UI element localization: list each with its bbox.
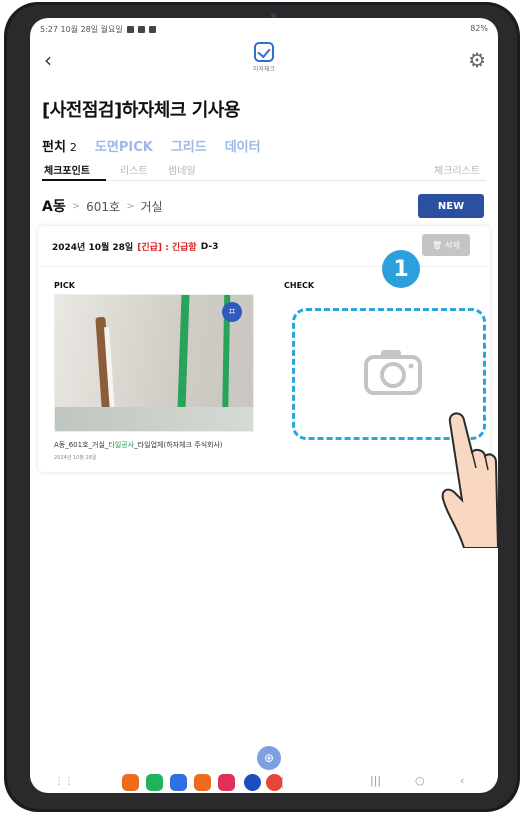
app-orange-icon[interactable] (122, 774, 139, 791)
back-nav-icon[interactable]: ‹ (460, 774, 464, 787)
punch-count: 2 (69, 141, 77, 154)
back-icon[interactable]: ‹ (44, 48, 52, 72)
apps-grid-icon[interactable]: ⋮⋮ (54, 776, 74, 787)
chevron-right-icon: > (126, 200, 135, 212)
contacts-icon[interactable] (194, 774, 211, 791)
card-header: 2024년 10월 28일 [긴급] : 긴급함 D-3 (52, 240, 219, 254)
page-title: [사전점검]하자체크 기사용 (42, 100, 240, 121)
tab-data[interactable]: 데이터 (225, 136, 261, 155)
recents-icon[interactable]: ||| (370, 774, 381, 787)
add-icon[interactable]: ⊕ (257, 746, 281, 770)
step-badge: 1 (382, 250, 420, 288)
settings-status-icon (148, 26, 156, 33)
media-icon (137, 26, 145, 33)
pointing-hand-icon (441, 412, 498, 548)
chrome-icon[interactable] (266, 774, 283, 791)
status-battery: 82% (470, 24, 488, 33)
urgent-label: [긴급] : 긴급함 (137, 243, 197, 253)
messages-icon[interactable] (170, 774, 187, 791)
card-divider (38, 266, 490, 267)
gallery-icon[interactable] (218, 774, 235, 791)
check-label: CHECK (284, 281, 315, 290)
photo-caption: A동_601호_거실_타일공사_타일업체(하자체크 주식회사) (54, 440, 223, 450)
caption-company: _타일업체(하자체크 주식회사) (134, 441, 223, 449)
tab-punch[interactable]: 펀치 2 (42, 136, 77, 155)
home-icon[interactable]: ○ (415, 774, 425, 787)
status-bar: 5:27 10월 28일 월요일 82% (30, 18, 498, 42)
sub-tabs: 체크포인트 리스트 썸네일 체크리스트 (42, 160, 486, 181)
app-green-icon[interactable] (146, 774, 163, 791)
top-bar: ‹ 하자체크 ⚙ (30, 42, 498, 86)
new-button[interactable]: NEW (418, 194, 484, 218)
nav-divider (282, 775, 283, 789)
app-blue-icon[interactable] (244, 774, 261, 791)
check-shield-icon (254, 42, 274, 62)
delete-label: 삭제 (445, 240, 460, 250)
logo-text: 하자체크 (252, 66, 276, 73)
tab-grid[interactable]: 그리드 (171, 136, 207, 155)
breadcrumb-room[interactable]: 거실 (140, 198, 162, 215)
dday-label: D-3 (200, 241, 219, 252)
delete-button[interactable]: 🗑 삭제 (422, 234, 470, 256)
app-logo: 하자체크 (246, 42, 282, 73)
status-time: 5:27 10월 28일 월요일 (40, 25, 123, 34)
app-screen: 5:27 10월 28일 월요일 82% ‹ 하자체크 ⚙ [사전점검]하자체크… (30, 18, 498, 793)
subtab-checkpoint[interactable]: 체크포인트 (44, 162, 90, 177)
subtabs-divider (42, 180, 486, 181)
tab-drawing-pick[interactable]: 도면PICK (95, 136, 153, 155)
subtab-checklist[interactable]: 체크리스트 (434, 162, 480, 177)
caption-location: A동_601호_거실_ (54, 441, 109, 449)
checkpoint-card: 2024년 10월 28일 [긴급] : 긴급함 D-3 🗑 삭제 PICK C… (38, 226, 490, 472)
caption-work-type: 타일공사 (108, 441, 135, 449)
breadcrumb-unit[interactable]: 601호 (86, 198, 120, 215)
card-date: 2024년 10월 28일 (52, 243, 134, 253)
gear-icon[interactable]: ⚙ (468, 48, 486, 72)
breadcrumb: A동 > 601호 > 거실 (42, 196, 163, 216)
subtab-list[interactable]: 리스트 (120, 162, 148, 177)
subtab-thumbnail[interactable]: 썸네일 (168, 162, 196, 177)
photo-date: 2024년 10월 28일 (54, 455, 97, 461)
breadcrumb-building[interactable]: A동 (42, 196, 66, 216)
chevron-right-icon: > (71, 200, 81, 212)
camera-icon (364, 350, 422, 395)
notification-icon (126, 26, 134, 33)
crop-icon[interactable]: ⌗ (222, 302, 242, 322)
main-tabs: 펀치 2 도면PICK 그리드 데이터 (42, 136, 261, 155)
system-nav-bar: ⋮⋮ ||| ○ ‹ (30, 772, 498, 793)
subtab-active-indicator (42, 179, 106, 181)
trash-icon: 🗑 (432, 240, 443, 250)
pick-label: PICK (54, 281, 75, 290)
photo-floor (55, 407, 253, 431)
